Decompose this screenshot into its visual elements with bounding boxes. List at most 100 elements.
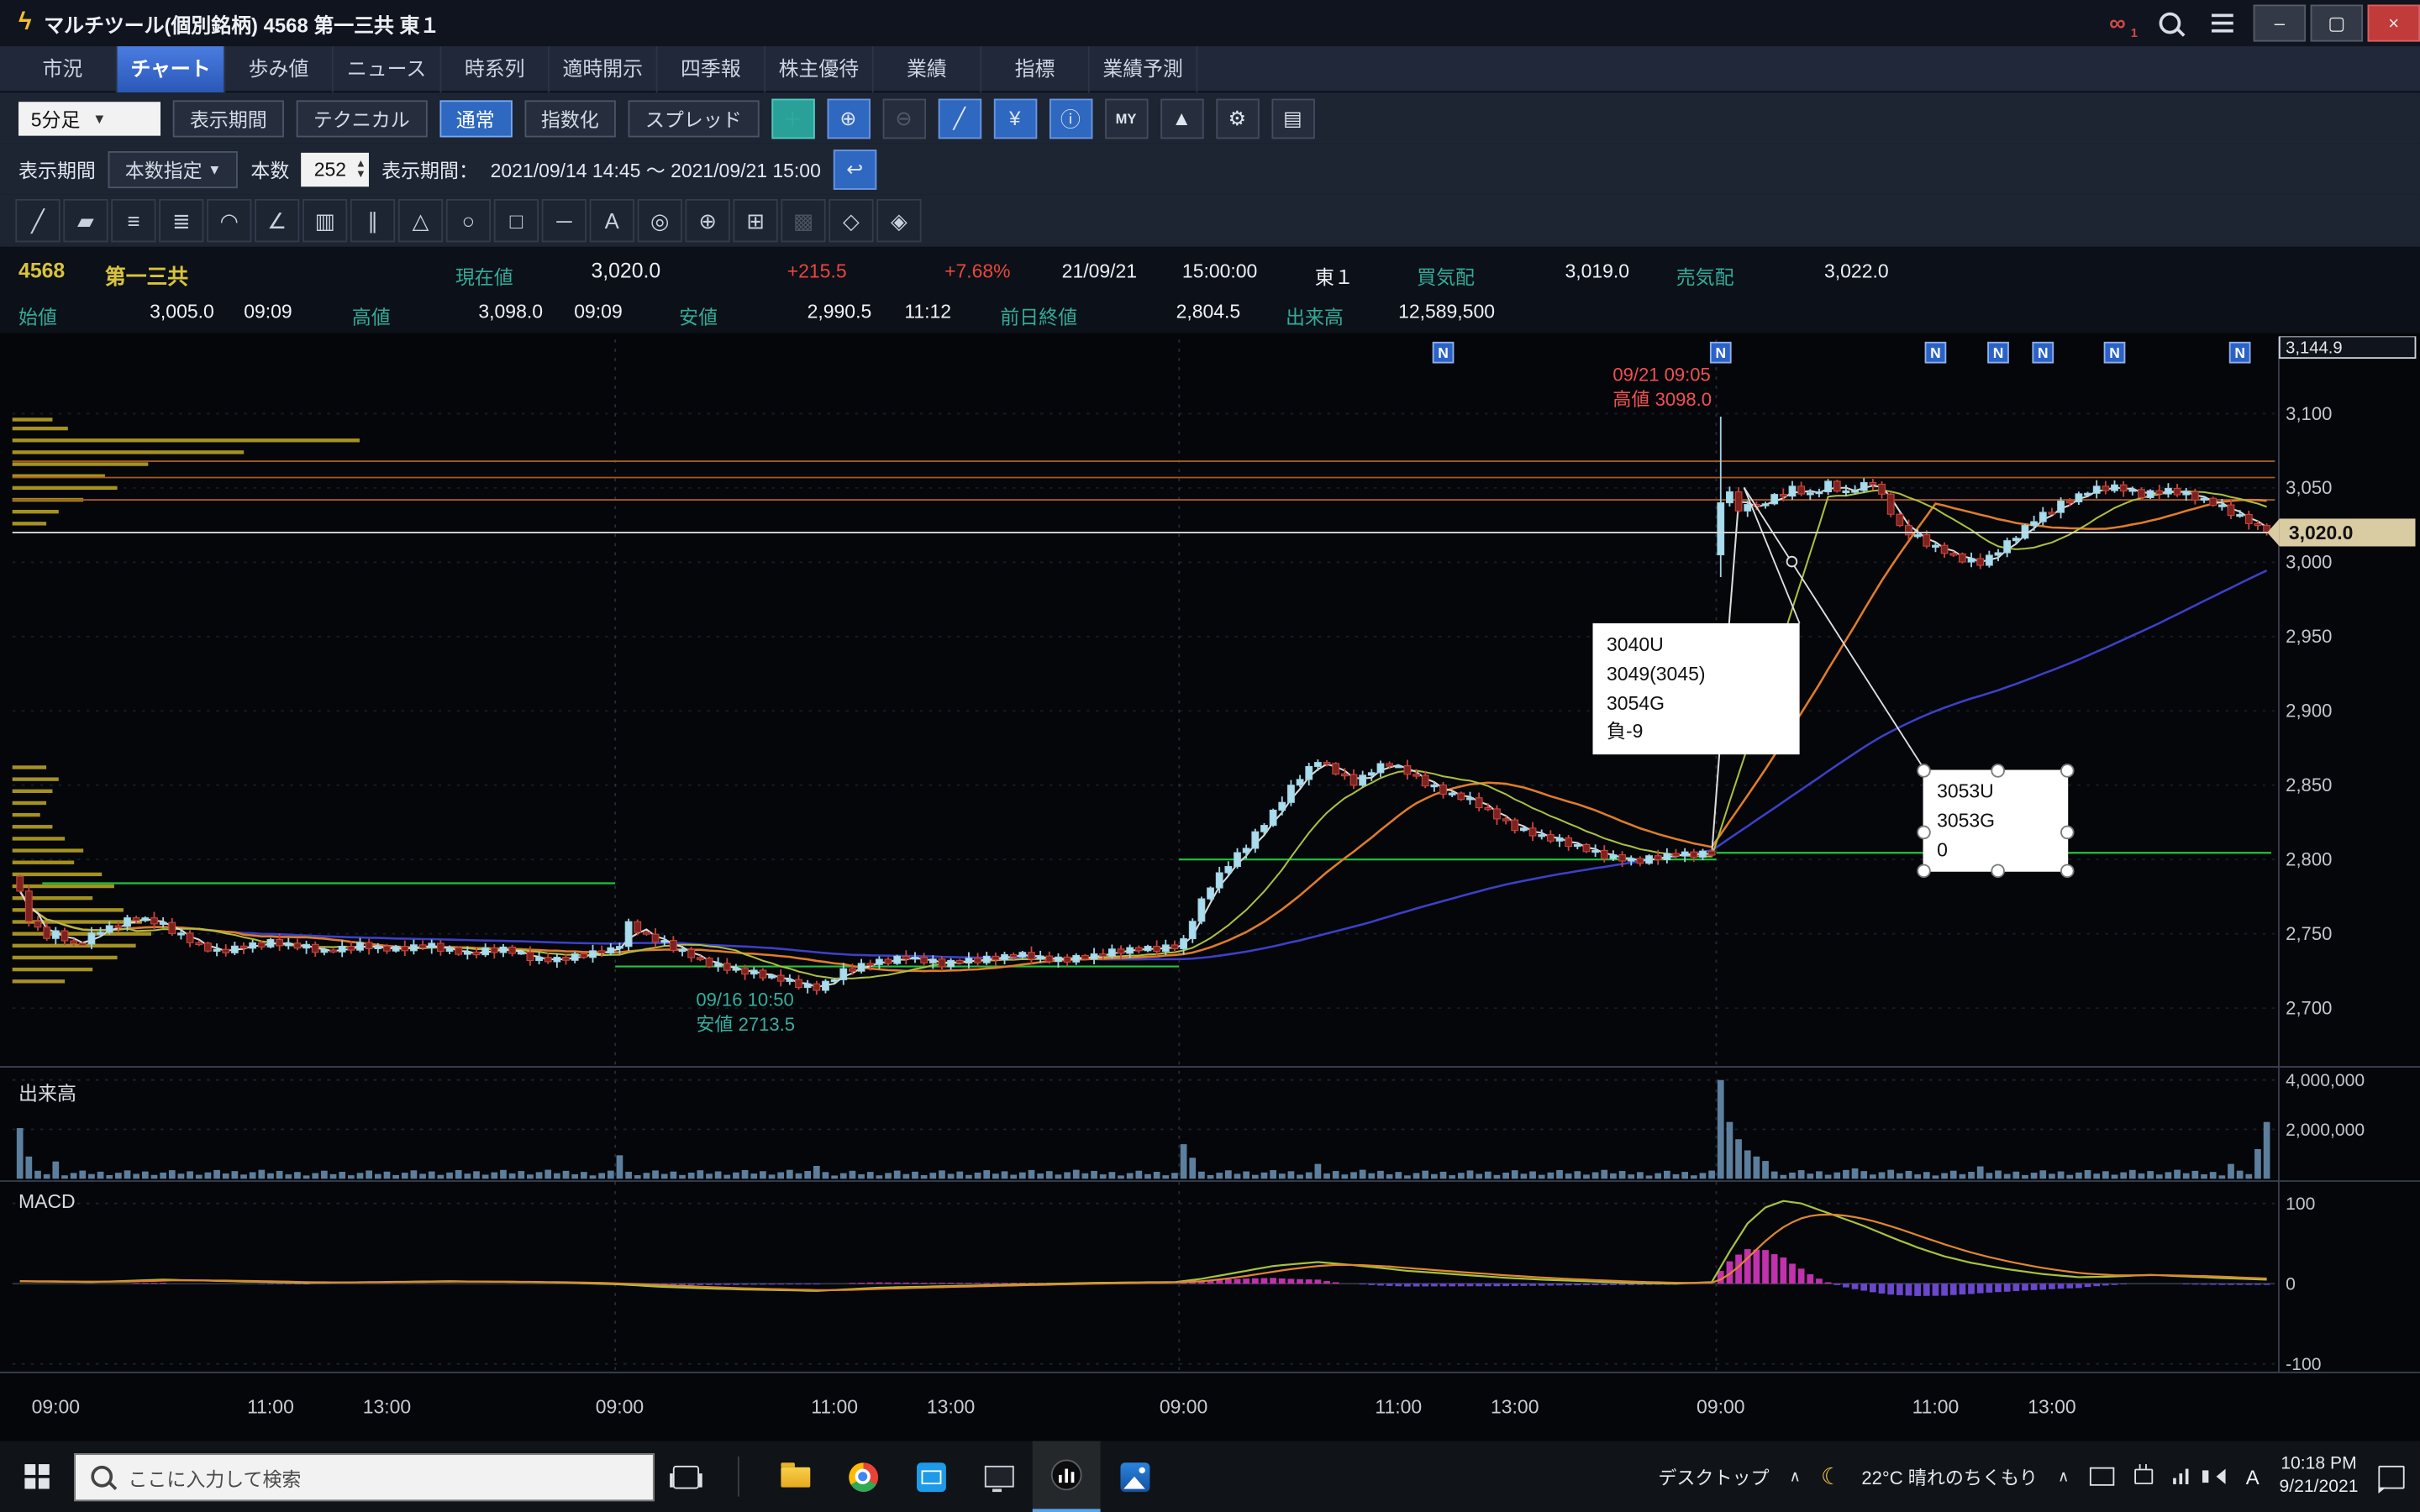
resize-handle[interactable] — [1917, 764, 1931, 778]
remote-app-button[interactable] — [965, 1441, 1033, 1512]
clear-all-icon[interactable]: ◈ — [876, 199, 921, 242]
technical-button[interactable]: テクニカル — [297, 99, 427, 136]
tab-shihyo[interactable]: 指標 — [981, 46, 1090, 92]
photos-app-button[interactable] — [1101, 1441, 1169, 1512]
desktop-peek-label[interactable]: デスクトップ — [1658, 1463, 1769, 1489]
weather-widget[interactable]: 22°C 晴れのちくもり — [1861, 1463, 2038, 1489]
polygon-icon[interactable]: △ — [398, 199, 443, 242]
hidden-icons-chevron[interactable]: ∧ — [2058, 1468, 2069, 1485]
weather-moon-icon: ☾ — [1821, 1462, 1842, 1490]
count-mode-select[interactable]: 本数指定 ▼ — [108, 150, 239, 187]
power-tray-icon[interactable] — [2134, 1469, 2153, 1484]
tab-chart[interactable]: チャート — [118, 46, 226, 92]
ime-mode-icon[interactable]: A — [2246, 1465, 2260, 1488]
svg-text:-100: -100 — [2286, 1355, 2321, 1374]
svg-text:3,100: 3,100 — [2286, 403, 2332, 424]
eraser-icon[interactable]: ◇ — [829, 199, 873, 242]
tab-news[interactable]: ニュース — [334, 46, 442, 92]
bar-count-input[interactable]: 252 ▲▼ — [302, 152, 369, 186]
chevron-up-icon[interactable]: ∧ — [1789, 1468, 1800, 1485]
timeframe-select[interactable]: 5分足▼ — [18, 101, 160, 134]
svg-text:09:00: 09:00 — [596, 1395, 644, 1417]
display-period-button[interactable]: 表示期間 — [173, 99, 284, 136]
trading-app-button[interactable] — [1033, 1441, 1101, 1512]
svg-text:13:00: 13:00 — [2028, 1395, 2075, 1417]
index-mode-button[interactable]: 指数化 — [524, 99, 616, 136]
wrench-icon[interactable]: ⚙ — [1216, 98, 1259, 139]
pencil-icon[interactable]: ╱ — [938, 98, 981, 139]
trend-line-icon[interactable]: ╱ — [15, 199, 60, 242]
tab-shikiho[interactable]: 四季報 — [657, 46, 765, 92]
zoom-out-icon[interactable]: ⊖ — [882, 98, 925, 139]
yen-icon[interactable]: ¥ — [993, 98, 1036, 139]
my-chart-icon[interactable]: MY — [1104, 98, 1147, 139]
vertical-hatch-icon[interactable]: ▥ — [302, 199, 347, 242]
search-icon[interactable] — [2144, 0, 2196, 46]
bid-price: 3,019.0 — [1565, 260, 1629, 282]
volume-tray-icon[interactable] — [2209, 1469, 2226, 1484]
info-icon[interactable]: ⓘ — [1049, 98, 1092, 139]
svg-text:13:00: 13:00 — [363, 1395, 411, 1417]
fib-retracement-icon[interactable]: ≡ — [111, 199, 155, 242]
horizontal-line-icon[interactable]: ─ — [542, 199, 587, 242]
close-button[interactable]: × — [2368, 5, 2420, 42]
arc-icon[interactable]: ◠ — [207, 199, 251, 242]
tab-yosoku[interactable]: 業績予測 — [1090, 46, 1198, 92]
action-center-icon[interactable] — [2378, 1465, 2404, 1488]
tab-jikeiretsu[interactable]: 時系列 — [441, 46, 550, 92]
resize-handle[interactable] — [2060, 764, 2075, 778]
mail-app-button[interactable] — [897, 1441, 965, 1512]
pin-icon[interactable]: ⊕ — [686, 199, 730, 242]
maximize-button[interactable]: ▢ — [2311, 5, 2363, 42]
region-select-icon[interactable]: ▩ — [781, 199, 825, 242]
tab-tekiji[interactable]: 適時開示 — [550, 46, 658, 92]
file-explorer-button[interactable] — [761, 1441, 829, 1512]
crosshair-icon[interactable]: ＋ — [771, 98, 814, 139]
resize-handle[interactable] — [2060, 826, 2075, 840]
marker-pen-icon[interactable]: ▰ — [63, 199, 108, 242]
task-view-button[interactable] — [655, 1441, 716, 1512]
resize-handle[interactable] — [1991, 764, 2005, 778]
prev-close: 2,804.5 — [1176, 301, 1241, 323]
network-tray-icon[interactable] — [2172, 1469, 2188, 1484]
text-tool-icon[interactable]: A — [590, 199, 634, 242]
count-spinner[interactable]: ▲▼ — [355, 158, 366, 180]
angle-line-icon[interactable]: ∠ — [255, 199, 299, 242]
taskbar-clock[interactable]: 10:18 PM 9/21/2021 — [2280, 1453, 2359, 1499]
rectangle-icon[interactable]: □ — [494, 199, 539, 242]
order-tooltip-1[interactable]: 3040U 3049(3045) 3054G 負-9 — [1593, 623, 1800, 754]
copy-icon[interactable]: ⊞ — [733, 199, 777, 242]
resize-handle[interactable] — [1917, 826, 1931, 840]
candlestick-chart[interactable]: NNNNNNN3,1003,0503,0002,9502,9002,8502,8… — [0, 336, 2420, 1435]
tab-ayumine[interactable]: 歩み値 — [225, 46, 334, 92]
ellipse-icon[interactable]: ○ — [446, 199, 491, 242]
order-tooltip-2[interactable]: 3053U 3053G 0 — [1923, 770, 2069, 873]
zoom-in-icon[interactable]: ⊕ — [827, 98, 870, 139]
taskbar-search-input[interactable]: ここに入力して検索 — [74, 1452, 655, 1500]
parallel-lines-icon[interactable]: ∥ — [350, 199, 395, 242]
normal-mode-button[interactable]: 通常 — [439, 99, 512, 136]
start-button[interactable] — [0, 1441, 74, 1512]
multi-line-icon[interactable]: ≣ — [159, 199, 203, 242]
display-tray-icon[interactable] — [2089, 1467, 2113, 1486]
spread-mode-button[interactable]: スプレッド — [629, 99, 759, 136]
link-window-icon[interactable]: ∞1 — [2091, 0, 2144, 46]
printer-icon[interactable]: ▤ — [1271, 98, 1314, 139]
chart-canvas[interactable]: NNNNNNN3,1003,0503,0002,9502,9002,8502,8… — [0, 333, 2420, 1441]
icon-stamp-icon[interactable]: ◎ — [638, 199, 682, 242]
chevron-down-icon: ▼ — [92, 110, 106, 125]
volume-value: 12,589,500 — [1398, 301, 1495, 323]
windows-logo-icon — [25, 1465, 49, 1488]
search-placeholder: ここに入力して検索 — [128, 1462, 301, 1491]
tab-yutai[interactable]: 株主優待 — [765, 46, 874, 92]
menu-icon[interactable] — [2196, 0, 2249, 46]
reset-period-icon[interactable]: ↩ — [834, 149, 876, 189]
area-chart-icon[interactable]: ▲ — [1160, 98, 1202, 139]
titlebar: ϟ マルチツール(個別銘柄) 4568 第一三共 東１ ∞1 – ▢ × — [0, 0, 2420, 46]
chrome-button[interactable] — [829, 1441, 897, 1512]
tab-shikyo[interactable]: 市況 — [9, 46, 118, 92]
tab-gyoseki[interactable]: 業績 — [874, 46, 982, 92]
low-price: 2,990.5 — [808, 301, 872, 323]
svg-text:11:00: 11:00 — [811, 1395, 858, 1417]
minimize-button[interactable]: – — [2254, 5, 2306, 42]
